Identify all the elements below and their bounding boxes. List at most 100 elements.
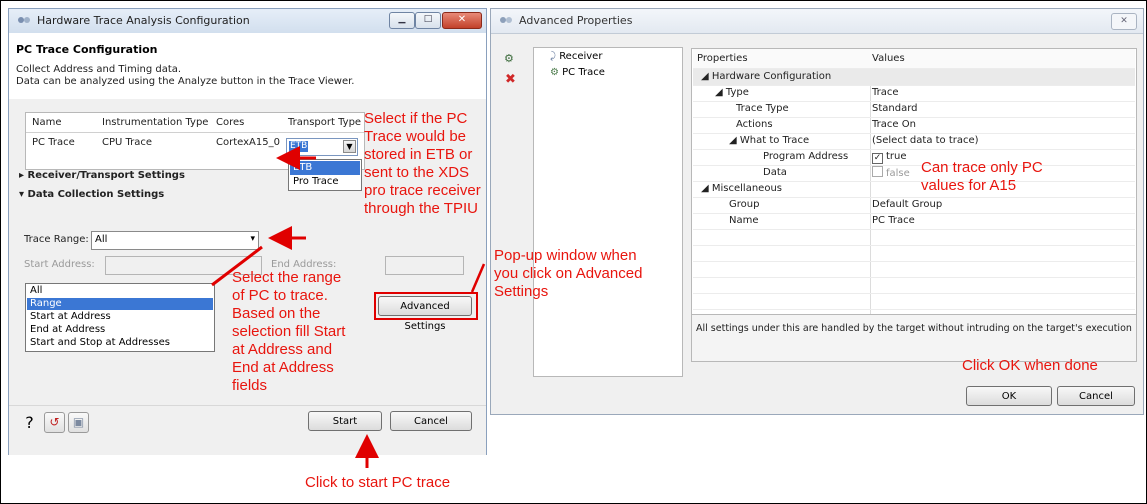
row-name[interactable]: Name PC Trace <box>693 213 1135 230</box>
row-hardware-config[interactable]: ◢ Hardware Configuration <box>693 69 1135 86</box>
option-range[interactable]: Range <box>27 298 213 310</box>
prop-label: Type <box>725 87 749 98</box>
prop-label: What to Trace <box>739 135 810 146</box>
window-title: Advanced Properties <box>519 14 633 27</box>
col-values[interactable]: Values <box>872 52 905 66</box>
col-instrumentation[interactable]: Instrumentation Type <box>102 117 208 128</box>
prop-value: false <box>886 168 910 179</box>
trace-range-label: Trace Range: <box>24 234 89 245</box>
ann-line: Can trace only PC <box>921 159 1043 176</box>
receiver-icon: ⤸ <box>550 51 556 62</box>
minimize-button[interactable]: ▁ <box>389 12 415 29</box>
title-bar[interactable]: Advanced Properties ✕ <box>491 9 1143 34</box>
ann-line: selection fill Start <box>232 323 346 340</box>
cell-cores[interactable]: CortexA15_0 <box>216 137 280 148</box>
prop-value: Trace On <box>872 119 916 130</box>
row-program-address[interactable]: Program Address ✓ true <box>693 149 1135 166</box>
annotation-pc-only: Can trace only PC values for A15 <box>921 159 1043 195</box>
add-icon[interactable]: ⚙ <box>504 52 520 66</box>
row-data[interactable]: Data false <box>693 165 1135 182</box>
option-pro-trace[interactable]: Pro Trace <box>290 175 360 189</box>
cancel-button[interactable]: Cancel <box>390 411 472 431</box>
annotation-start: Click to start PC trace <box>305 474 451 491</box>
collapse-icon: ◢ <box>701 183 709 194</box>
app-icon <box>500 17 512 23</box>
ann-line: End at Address <box>232 359 334 376</box>
trace-range-select[interactable]: All ▾ <box>91 231 259 250</box>
ann-line: Based on the <box>232 305 321 322</box>
annotation-ok: Click OK when done <box>962 357 1098 374</box>
row-actions[interactable]: Actions Trace On <box>693 117 1135 134</box>
ann-line: values for A15 <box>921 177 1017 194</box>
title-bar[interactable]: Hardware Trace Analysis Configuration ▁ … <box>9 9 486 34</box>
col-properties[interactable]: Properties <box>697 52 748 66</box>
option-start-stop[interactable]: Start and Stop at Addresses <box>27 337 213 349</box>
row-group[interactable]: Group Default Group <box>693 197 1135 214</box>
tree-label: PC Trace <box>562 67 605 78</box>
empty-row <box>693 245 1135 262</box>
ann-line: sent to the XDS <box>364 164 470 181</box>
close-icon[interactable]: ✕ <box>1111 13 1137 30</box>
grid-header: Properties Values <box>693 49 1135 69</box>
undo-icon[interactable]: ↺ <box>44 412 65 433</box>
section-receiver-transport[interactable]: ▸ Receiver/Transport Settings <box>19 170 185 181</box>
save-icon[interactable]: ▣ <box>68 412 89 433</box>
col-name[interactable]: Name <box>32 117 62 128</box>
checkbox-unchecked-icon[interactable] <box>872 166 883 177</box>
ann-line: pro trace receiver <box>364 182 481 199</box>
ann-line: at Address and <box>232 341 333 358</box>
start-button[interactable]: Start <box>308 411 382 431</box>
option-all[interactable]: All <box>27 285 213 297</box>
ann-line: Settings <box>494 283 549 300</box>
receiver-tree: ⤸ Receiver ⚙ PC Trace <box>533 47 683 377</box>
help-icon[interactable]: ? <box>19 413 40 434</box>
row-miscellaneous[interactable]: ◢ Miscellaneous <box>693 181 1135 198</box>
ok-button[interactable]: OK <box>966 386 1052 406</box>
cell-name[interactable]: PC Trace <box>32 137 75 148</box>
prop-label: Trace Type <box>736 103 789 114</box>
header-area: PC Trace Configuration Collect Address a… <box>9 33 486 99</box>
row-type[interactable]: ◢ Type Trace <box>693 85 1135 102</box>
transport-type-select[interactable]: ETB ▼ <box>286 138 358 156</box>
empty-row <box>693 261 1135 278</box>
description-box: All settings under this are handled by t… <box>691 314 1137 362</box>
end-address-field[interactable] <box>385 256 464 275</box>
prop-label: Program Address <box>763 151 849 162</box>
col-transport[interactable]: Transport Type <box>288 117 361 128</box>
tree-label: Receiver <box>559 51 603 62</box>
section-data-collection[interactable]: ▾ Data Collection Settings <box>19 189 164 200</box>
page-title: PC Trace Configuration <box>16 43 158 56</box>
maximize-button[interactable]: □ <box>415 12 441 29</box>
advanced-settings-highlight <box>374 292 478 320</box>
chevron-down-icon: ▾ <box>250 234 255 244</box>
collapse-icon: ◢ <box>701 71 709 82</box>
prop-value: (Select data to trace) <box>872 135 979 146</box>
close-button[interactable]: ✕ <box>442 12 482 29</box>
tree-item-pc-trace[interactable]: ⚙ PC Trace <box>550 67 605 78</box>
prop-label: Group <box>729 199 760 210</box>
cancel-button[interactable]: Cancel <box>1057 386 1135 406</box>
tree-item-receiver[interactable]: ⤸ Receiver <box>550 51 602 62</box>
minimize-icon: ▁ <box>398 14 406 24</box>
advanced-properties-dialog: Advanced Properties ✕ ⚙ ✖ ⤸ Receiver ⚙ P… <box>490 8 1144 415</box>
trace-range-value: All <box>95 234 108 245</box>
chevron-down-icon[interactable]: ▼ <box>343 140 356 153</box>
prop-value: Trace <box>872 87 899 98</box>
checkbox-checked-icon[interactable]: ✓ <box>872 153 883 164</box>
trace-icon: ⚙ <box>550 67 559 78</box>
properties-grid: Properties Values ◢ Hardware Configurati… <box>691 48 1137 330</box>
row-what-to-trace[interactable]: ◢ What to Trace (Select data to trace) <box>693 133 1135 150</box>
window-title: Hardware Trace Analysis Configuration <box>37 14 250 27</box>
maximize-icon: □ <box>423 14 433 24</box>
cell-instrumentation[interactable]: CPU Trace <box>102 137 152 148</box>
ann-line: Select the range <box>232 269 342 286</box>
row-trace-type[interactable]: Trace Type Standard <box>693 101 1135 118</box>
option-etb[interactable]: ETB <box>290 161 360 175</box>
prop-label: Hardware Configuration <box>711 71 832 82</box>
option-start-at-address[interactable]: Start at Address <box>27 311 213 323</box>
option-end-at-address[interactable]: End at Address <box>27 324 213 336</box>
delete-icon[interactable]: ✖ <box>505 72 516 87</box>
header-divider <box>26 132 364 133</box>
prop-value: PC Trace <box>872 215 915 226</box>
col-cores[interactable]: Cores <box>216 117 244 128</box>
